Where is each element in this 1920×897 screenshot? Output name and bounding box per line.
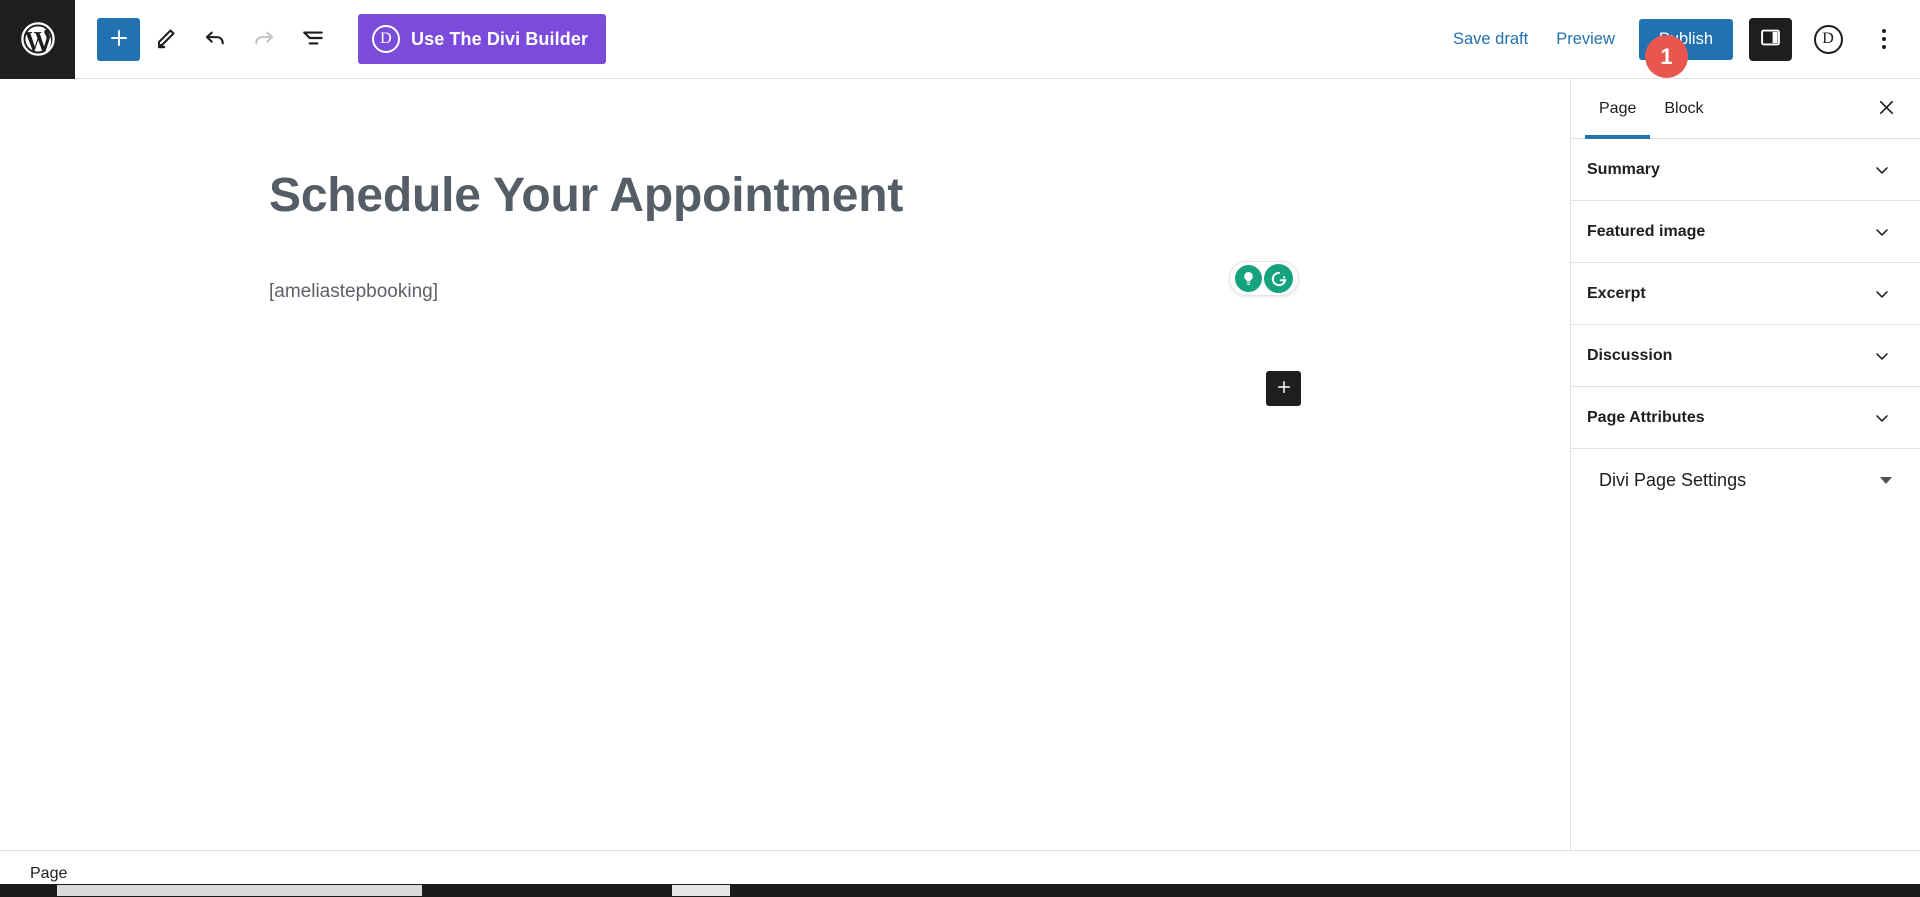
document-outline-icon	[300, 25, 326, 54]
divi-options-button[interactable]: D	[1806, 17, 1850, 61]
post-title[interactable]: Schedule Your Appointment	[269, 167, 1355, 225]
divi-builder-label: Use The Divi Builder	[411, 28, 589, 49]
triangle-down-icon	[1880, 476, 1892, 484]
sidebar-panel-excerpt[interactable]: Excerpt	[1571, 263, 1920, 325]
use-divi-builder-button[interactable]: D Use The Divi Builder	[358, 14, 607, 64]
horizontal-scrollbar[interactable]	[0, 884, 1920, 897]
tab-block[interactable]: Block	[1650, 79, 1717, 138]
lightbulb-icon[interactable]	[1235, 265, 1262, 292]
chevron-down-icon	[1872, 408, 1892, 428]
wordpress-logo-icon	[20, 21, 56, 57]
edit-tool-button[interactable]	[142, 16, 189, 63]
editor-tools-group	[75, 16, 336, 63]
editor-app: D Use The Divi Builder Save draft Previe…	[0, 0, 1920, 897]
preview-button[interactable]: Preview	[1542, 20, 1629, 59]
kebab-vertical-icon	[1882, 29, 1886, 49]
block-appender-button[interactable]	[1266, 371, 1301, 406]
settings-sidebar: Page Block Summary Featured image Excerp…	[1570, 79, 1920, 850]
sidebar-panel-list: Summary Featured image Excerpt Discussio…	[1571, 139, 1920, 850]
sidebar-panel-discussion[interactable]: Discussion	[1571, 325, 1920, 387]
panel-label: Discussion	[1587, 346, 1673, 364]
scrollbar-segment[interactable]	[672, 885, 730, 896]
panel-label: Page Attributes	[1587, 408, 1705, 426]
chevron-down-icon	[1872, 160, 1892, 180]
sidebar-panel-summary[interactable]: Summary	[1571, 139, 1920, 201]
sidebar-panel-featured-image[interactable]: Featured image	[1571, 201, 1920, 263]
block-inserter-button[interactable]	[97, 17, 140, 61]
sidebar-tab-bar: Page Block	[1571, 79, 1920, 139]
grammarly-g-icon[interactable]	[1264, 264, 1293, 293]
sidebar-panel-page-attributes[interactable]: Page Attributes	[1571, 387, 1920, 449]
chevron-down-icon	[1872, 222, 1892, 242]
editor-top-bar: D Use The Divi Builder Save draft Previe…	[0, 0, 1920, 79]
plus-icon	[107, 26, 131, 53]
grammarly-widget[interactable]	[1229, 261, 1299, 296]
undo-arrow-icon	[202, 25, 228, 54]
panel-label: Summary	[1587, 160, 1660, 178]
divi-circle-icon: D	[1813, 24, 1843, 54]
settings-panel-icon	[1759, 26, 1782, 52]
sidebar-panel-divi-page-settings[interactable]: Divi Page Settings	[1571, 449, 1920, 511]
shortcode-block[interactable]: [ameliastepbooking]	[269, 281, 1355, 303]
close-sidebar-button[interactable]	[1864, 87, 1908, 131]
scrollbar-thumb[interactable]	[57, 885, 422, 896]
list-view-button[interactable]	[289, 16, 336, 63]
chevron-down-icon	[1872, 346, 1892, 366]
plus-icon	[1275, 378, 1293, 399]
divi-logo-icon: D	[372, 25, 400, 53]
save-draft-button[interactable]: Save draft	[1439, 20, 1542, 59]
undo-button[interactable]	[191, 16, 238, 63]
panel-label: Excerpt	[1587, 284, 1646, 302]
settings-sidebar-toggle-button[interactable]	[1749, 17, 1792, 61]
tab-page[interactable]: Page	[1585, 79, 1651, 139]
editor-canvas[interactable]: Schedule Your Appointment [ameliastepboo…	[0, 79, 1570, 850]
wordpress-logo-button[interactable]	[0, 0, 75, 79]
redo-button[interactable]	[240, 16, 287, 63]
breadcrumb[interactable]: Page	[30, 865, 67, 883]
redo-arrow-icon	[251, 25, 277, 54]
notification-badge[interactable]: 1	[1644, 35, 1688, 78]
panel-label: Featured image	[1587, 222, 1706, 240]
post-content-area: Schedule Your Appointment [ameliastepboo…	[0, 79, 1355, 303]
topbar-actions-group: Save draft Preview 1 Publish D	[1439, 17, 1920, 78]
options-menu-button[interactable]	[1862, 17, 1906, 61]
close-icon	[1876, 97, 1897, 121]
chevron-down-icon	[1872, 284, 1892, 304]
editor-body: Schedule Your Appointment [ameliastepboo…	[0, 79, 1920, 850]
pencil-icon	[154, 26, 178, 53]
panel-label: Divi Page Settings	[1599, 469, 1747, 490]
